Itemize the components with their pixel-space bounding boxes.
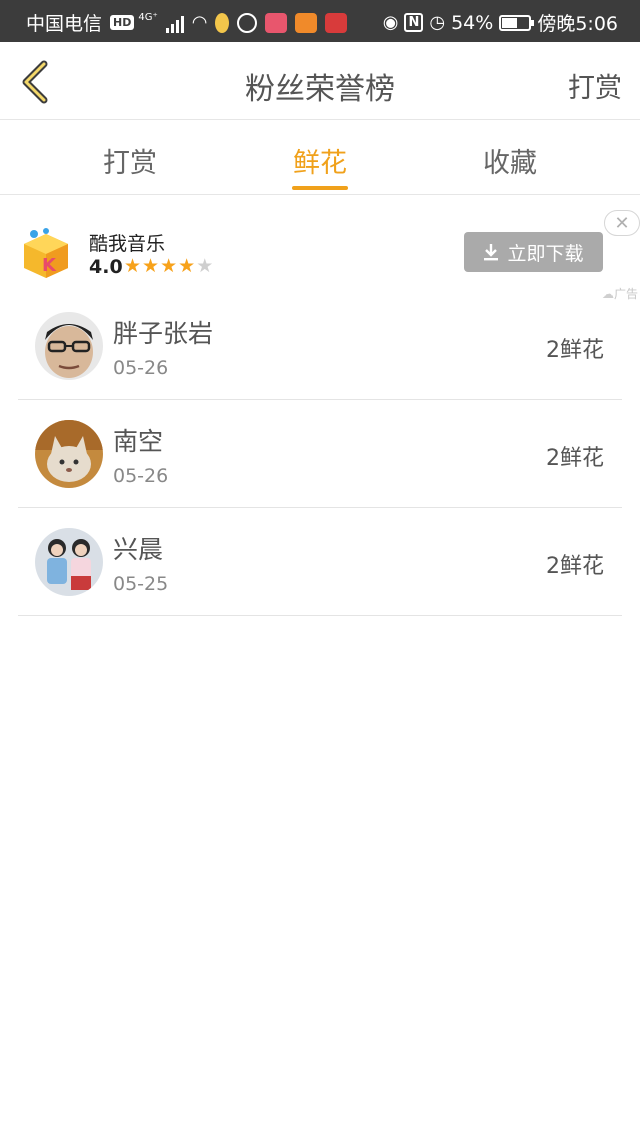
- status-bar: 中国电信 HD 4G⁺ ◠ ◉ N ◷ 54% 傍晚5:06: [0, 0, 640, 42]
- fan-date: 05-25: [113, 573, 169, 595]
- list-item[interactable]: 兴晨 05-25 2鲜花: [18, 508, 622, 616]
- avatar: [35, 312, 103, 380]
- star-rating: ★★★★★: [124, 255, 214, 277]
- carrier-label: 中国电信: [26, 13, 103, 35]
- list-item[interactable]: 南空 05-26 2鲜花: [18, 400, 622, 508]
- svg-text:K: K: [42, 255, 57, 276]
- battery-icon: [499, 14, 535, 31]
- star-icon: ★: [196, 255, 215, 277]
- signal-icon: [165, 13, 184, 33]
- star-icon: ★: [142, 255, 161, 277]
- download-button[interactable]: 立即下载: [464, 232, 603, 272]
- avatar: [35, 420, 103, 488]
- page-title: 粉丝荣誉榜: [245, 72, 395, 107]
- download-icon: [484, 244, 499, 261]
- top-navigation-bar: 粉丝荣誉榜 打赏: [0, 42, 640, 120]
- clock-label: 傍晚5:06: [537, 13, 618, 35]
- flower-count: 2鲜花: [546, 554, 604, 579]
- nfc-icon: N: [404, 13, 424, 32]
- tab-reward[interactable]: 打赏: [70, 141, 190, 180]
- fan-name: 兴晨: [113, 535, 164, 564]
- notification-icon: [215, 12, 230, 33]
- tab-favorites[interactable]: 收藏: [450, 141, 570, 180]
- battery-percent: 54%: [451, 11, 494, 34]
- ad-app-name: 酷我音乐: [89, 233, 166, 255]
- active-tab-indicator: [292, 186, 348, 190]
- star-icon: ★: [178, 255, 197, 277]
- fan-name: 南空: [113, 427, 164, 456]
- app-logo-icon: K: [20, 226, 72, 278]
- fan-name: 胖子张岩: [113, 319, 214, 348]
- star-icon: ★: [124, 255, 143, 277]
- close-icon: ✕: [614, 212, 630, 234]
- ad-banner[interactable]: K 酷我音乐 4.0 ★★★★★ 立即下载 ✕ ☁广告: [0, 196, 640, 301]
- avatar: [35, 528, 103, 596]
- fan-date: 05-26: [113, 357, 169, 379]
- download-label: 立即下载: [507, 242, 584, 265]
- fan-list: 胖子张岩 05-26 2鲜花 南空 05-26 2鲜花 兴晨 05-25 2鲜花: [18, 292, 622, 616]
- network-label: 4G⁺: [138, 12, 158, 23]
- eye-icon: ◉: [382, 12, 399, 33]
- tab-bar: 打赏 鲜花 收藏: [0, 121, 640, 195]
- close-ad-button[interactable]: ✕: [604, 210, 640, 236]
- vpn-icon: [237, 12, 258, 33]
- flower-count: 2鲜花: [546, 338, 604, 363]
- reader-icon: [325, 12, 348, 33]
- star-icon: ★: [160, 255, 179, 277]
- alarm-icon: ◷: [429, 12, 446, 33]
- hd-icon: HD: [110, 15, 135, 30]
- video-icon: [295, 12, 318, 33]
- wifi-icon: ◠: [191, 12, 208, 33]
- fan-date: 05-26: [113, 465, 169, 487]
- app-icon: [265, 12, 288, 33]
- reward-button[interactable]: 打赏: [568, 66, 622, 105]
- ad-rating: 4.0: [89, 256, 123, 278]
- tab-flowers[interactable]: 鲜花: [260, 141, 380, 180]
- list-item[interactable]: 胖子张岩 05-26 2鲜花: [18, 292, 622, 400]
- flower-count: 2鲜花: [546, 446, 604, 471]
